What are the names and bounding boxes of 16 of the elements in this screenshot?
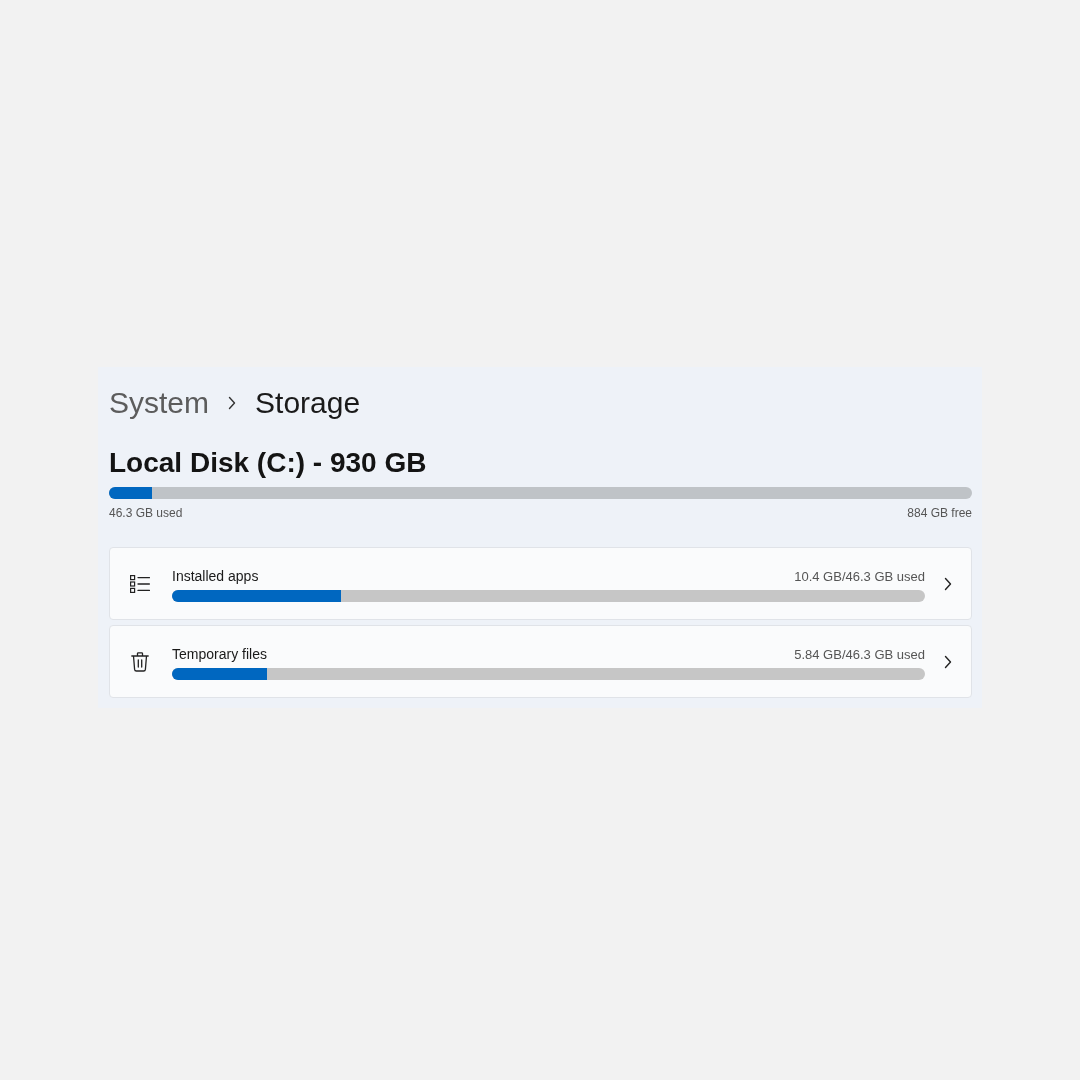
list-icon bbox=[130, 573, 150, 594]
category-usage-label: 10.4 GB/46.3 GB used bbox=[794, 567, 925, 586]
category-label: Temporary files bbox=[172, 644, 267, 664]
breadcrumb-link[interactable]: System bbox=[109, 383, 210, 423]
trash-icon bbox=[130, 651, 150, 672]
free-space-label: 884 GB free bbox=[907, 505, 972, 521]
page-title: Storage bbox=[255, 385, 361, 421]
chevron-right-icon bbox=[944, 576, 952, 591]
storage-category-row[interactable]: Installed apps 10.4 GB/46.3 GB used bbox=[109, 547, 972, 620]
storage-category-row[interactable]: Temporary files 5.84 GB/46.3 GB used bbox=[109, 625, 972, 698]
chevron-right-icon bbox=[944, 654, 952, 669]
used-space-label: 46.3 GB used bbox=[109, 505, 183, 521]
category-usage-label: 5.84 GB/46.3 GB used bbox=[794, 645, 925, 664]
chevron-right-icon bbox=[228, 396, 237, 410]
disk-title: Local Disk (C:) - 930 GB bbox=[109, 446, 428, 480]
category-label: Installed apps bbox=[172, 566, 259, 586]
